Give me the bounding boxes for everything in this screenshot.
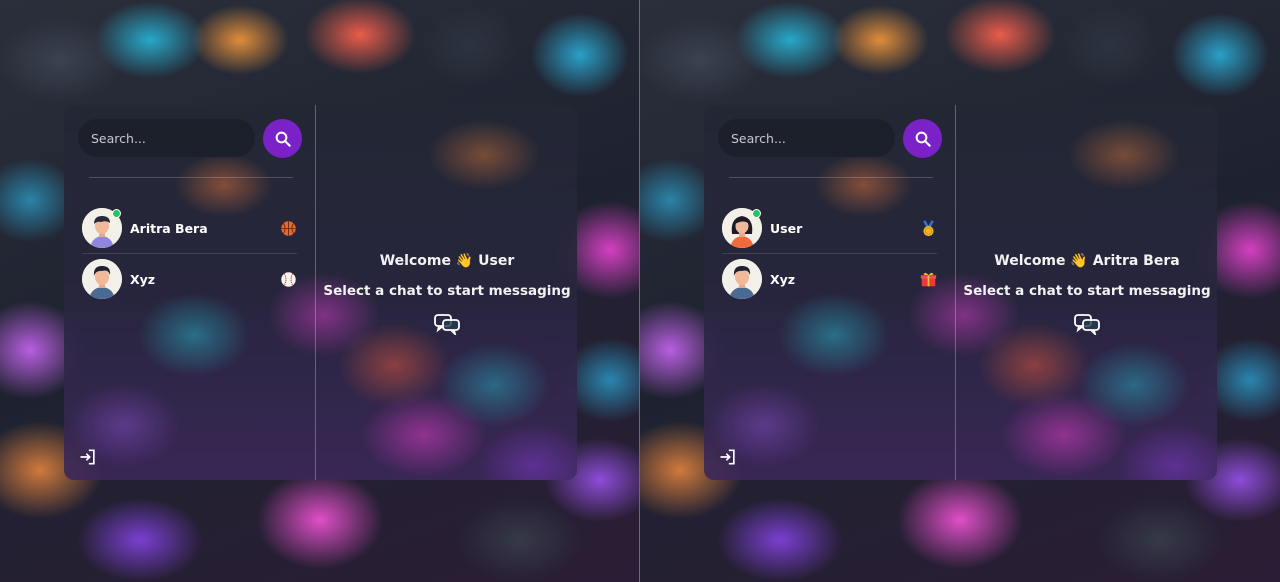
welcome-message: Welcome 👋 User (317, 253, 577, 269)
select-chat-prompt: Select a chat to start messaging (963, 283, 1211, 299)
search-icon (275, 131, 291, 147)
conversation-item[interactable]: Xyz (82, 256, 297, 302)
basketball-icon (279, 219, 297, 237)
wave-emoji: 👋 (1070, 253, 1088, 269)
male-avatar-icon (722, 259, 762, 299)
search-form (78, 119, 303, 158)
online-status-dot (752, 209, 761, 218)
logout-icon[interactable] (78, 447, 98, 467)
welcome-panel: Welcome 👋 User Select a chat to start me… (317, 105, 577, 480)
conversation-name: Xyz (130, 271, 156, 287)
online-status-dot (112, 209, 121, 218)
select-chat-prompt: Select a chat to start messaging (323, 283, 571, 299)
conversation-name: Aritra Bera (130, 220, 208, 236)
conversation-item[interactable]: Xyz (722, 256, 937, 302)
medal-icon (919, 219, 937, 237)
chat-bubbles-icon (1074, 313, 1100, 337)
chat-bubbles-icon (434, 313, 460, 337)
chat-card: User Xy (704, 105, 1217, 480)
welcome-prefix: Welcome (379, 253, 451, 269)
app-window-right: User Xy (640, 0, 1280, 582)
search-input[interactable] (78, 119, 255, 157)
conversation-name: Xyz (770, 271, 796, 287)
conversation-name: User (770, 220, 803, 236)
welcome-message: Welcome 👋 Aritra Bera (957, 253, 1217, 269)
app-window-left: Aritra Bera (0, 0, 640, 582)
avatar (82, 259, 122, 299)
search-icon (915, 131, 931, 147)
welcome-panel: Welcome 👋 Aritra Bera Select a chat to s… (957, 105, 1217, 480)
gift-icon (919, 270, 937, 288)
conversation-item[interactable]: User (722, 205, 937, 254)
conversation-item[interactable]: Aritra Bera (82, 205, 297, 254)
search-button[interactable] (263, 119, 302, 158)
welcome-user-name: User (478, 253, 515, 269)
male-avatar-icon (82, 259, 122, 299)
search-button[interactable] (903, 119, 942, 158)
search-form (718, 119, 943, 158)
divider (89, 177, 293, 178)
baseball-icon (279, 270, 297, 288)
divider (729, 177, 933, 178)
chat-card: Aritra Bera (64, 105, 577, 480)
welcome-prefix: Welcome (994, 253, 1066, 269)
sidebar: Aritra Bera (64, 105, 316, 480)
logout-icon[interactable] (718, 447, 738, 467)
sidebar: User Xy (704, 105, 956, 480)
welcome-user-name: Aritra Bera (1092, 253, 1180, 269)
wave-emoji: 👋 (455, 253, 474, 269)
avatar (722, 259, 762, 299)
search-input[interactable] (718, 119, 895, 157)
